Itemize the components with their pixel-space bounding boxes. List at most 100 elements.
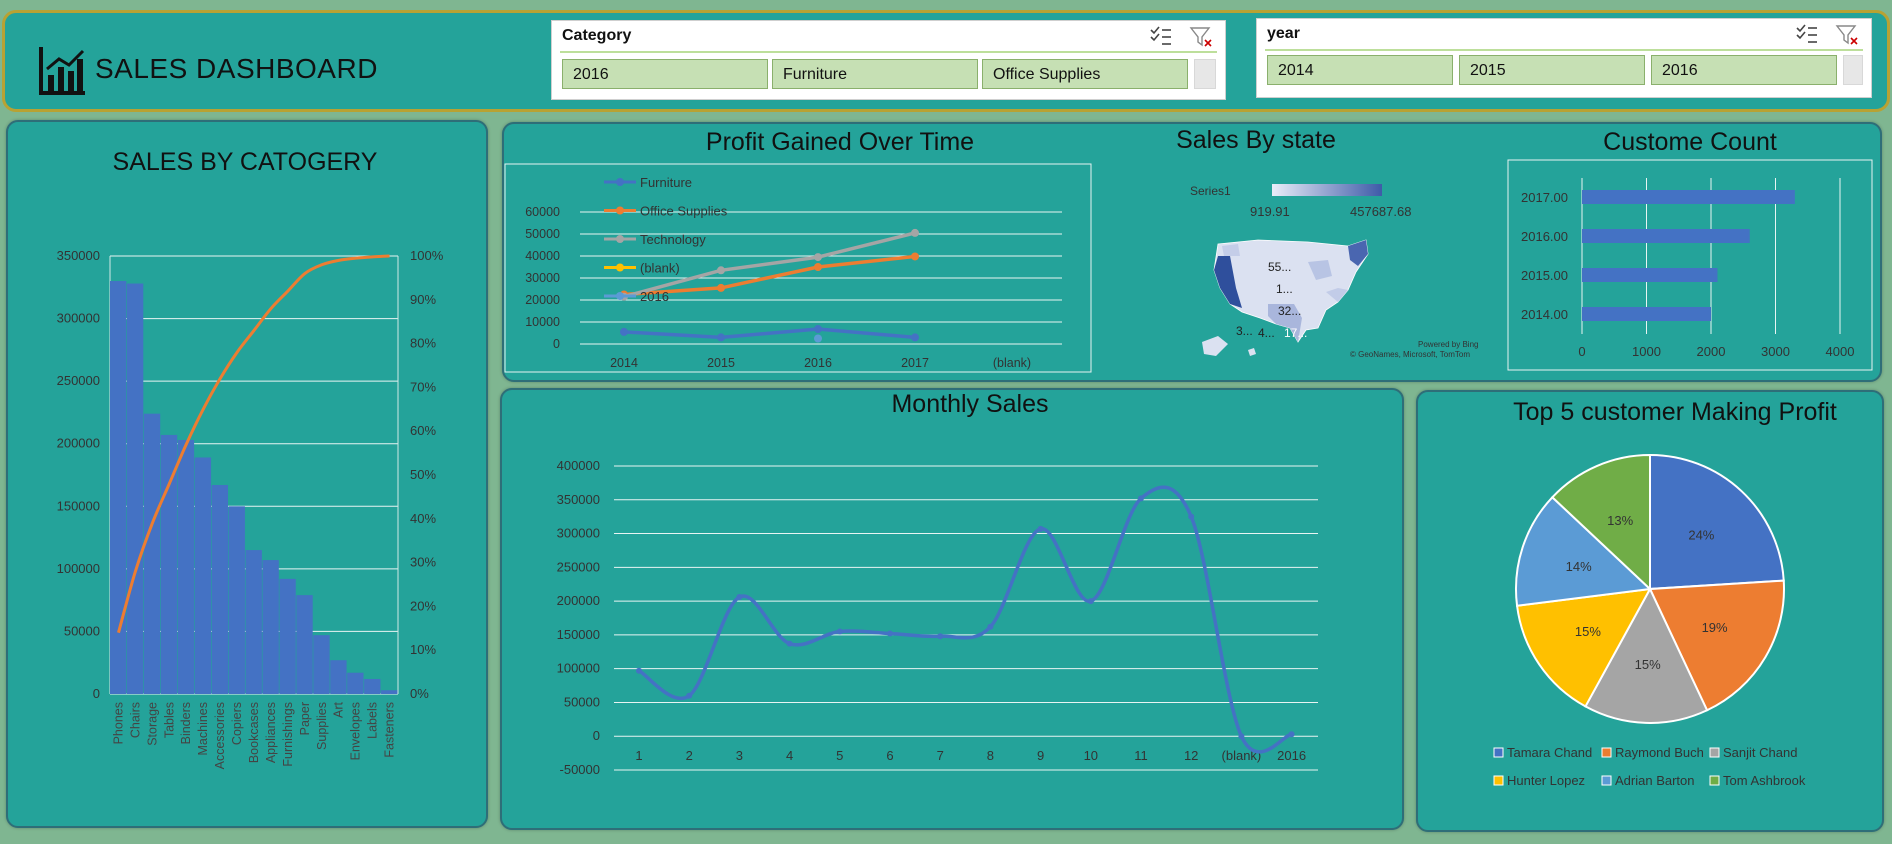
x-tick-label: 7 bbox=[937, 748, 944, 763]
x-tick-label: Bookcases bbox=[247, 702, 261, 763]
data-point bbox=[814, 253, 822, 262]
data-point bbox=[911, 252, 919, 261]
x-tick-label: 2014 bbox=[610, 356, 638, 370]
x-tick-label: Copiers bbox=[230, 702, 244, 745]
bar bbox=[126, 283, 144, 694]
y-tick-label: 50000 bbox=[64, 623, 100, 638]
y-tick-label: 300000 bbox=[57, 311, 100, 326]
bar bbox=[143, 413, 161, 694]
x-tick-label: Machines bbox=[196, 702, 210, 756]
bar bbox=[177, 439, 195, 694]
series-line bbox=[638, 485, 1293, 754]
legend-swatch bbox=[1709, 775, 1720, 786]
data-point bbox=[1288, 731, 1295, 738]
series-line bbox=[623, 327, 916, 340]
y-tick-label: 2016.00 bbox=[1521, 229, 1568, 244]
data-point bbox=[836, 628, 843, 635]
x-tick-label: Furnishings bbox=[281, 702, 295, 767]
y-tick-label: 250000 bbox=[557, 559, 600, 574]
y-tick-label: 300000 bbox=[557, 526, 600, 541]
data-point bbox=[814, 325, 822, 334]
y2-tick-label: 60% bbox=[410, 423, 436, 438]
y2-tick-label: 70% bbox=[410, 379, 436, 394]
y-tick-label: 350000 bbox=[557, 492, 600, 507]
data-point bbox=[717, 283, 725, 292]
legend-label: Adrian Barton bbox=[1615, 773, 1695, 788]
y-tick-label: 0 bbox=[93, 686, 100, 701]
legend-label: Office Supplies bbox=[640, 204, 728, 219]
bar bbox=[279, 578, 296, 694]
y2-tick-label: 80% bbox=[410, 336, 436, 351]
slice-label: 15% bbox=[1635, 657, 1661, 672]
bar bbox=[1582, 268, 1718, 282]
data-point bbox=[911, 228, 919, 237]
x-tick-label: Fasteners bbox=[383, 702, 397, 758]
legend-label: Furniture bbox=[640, 175, 692, 190]
map-credit: Powered by Bing bbox=[1418, 340, 1479, 349]
x-tick-label: 2016 bbox=[804, 356, 832, 370]
legend-swatch bbox=[1493, 775, 1504, 786]
data-point bbox=[1188, 513, 1195, 520]
x-tick-label: Supplies bbox=[315, 702, 329, 750]
legend-label: Technology bbox=[640, 232, 706, 247]
x-tick-label: Accessories bbox=[213, 702, 227, 769]
y2-tick-label: 100% bbox=[410, 248, 444, 263]
data-point bbox=[911, 333, 919, 342]
map-max-label: 457687.68 bbox=[1350, 204, 1412, 219]
x-tick-label: 0 bbox=[1578, 344, 1585, 359]
data-point bbox=[1087, 598, 1094, 605]
data-point bbox=[887, 630, 893, 637]
bar bbox=[228, 506, 245, 694]
y-tick-label: -50000 bbox=[560, 762, 600, 777]
map-label: 3... bbox=[1236, 324, 1253, 338]
x-tick-label: Binders bbox=[179, 702, 193, 744]
usa-map-icon bbox=[1202, 239, 1369, 356]
x-tick-label: Tables bbox=[162, 702, 176, 738]
x-tick-label: 2015 bbox=[707, 356, 735, 370]
y-tick-label: 60000 bbox=[525, 205, 560, 219]
x-tick-label: Appliances bbox=[264, 702, 278, 763]
map-label: 17... bbox=[1284, 326, 1308, 340]
bar bbox=[1582, 307, 1711, 321]
y2-tick-label: 50% bbox=[410, 467, 436, 482]
x-tick-label: Chairs bbox=[128, 702, 142, 738]
y-tick-label: 100000 bbox=[57, 561, 100, 576]
x-tick-label: 6 bbox=[886, 748, 893, 763]
x-tick-label: 5 bbox=[836, 748, 843, 763]
x-tick-label: 8 bbox=[987, 748, 994, 763]
x-tick-label: 1 bbox=[635, 748, 642, 763]
data-point bbox=[1238, 733, 1245, 740]
data-point bbox=[814, 263, 822, 271]
pie-slice bbox=[1649, 453, 1785, 591]
y-tick-label: 250000 bbox=[57, 373, 100, 388]
data-point bbox=[736, 594, 743, 601]
map-label: 4... bbox=[1258, 326, 1275, 340]
legend-label: Hunter Lopez bbox=[1507, 773, 1585, 788]
x-tick-label: Phones bbox=[111, 702, 125, 744]
data-point bbox=[717, 333, 725, 342]
legend-swatch bbox=[1493, 747, 1504, 758]
map-label: 1... bbox=[1276, 282, 1293, 296]
x-tick-label: 9 bbox=[1037, 748, 1044, 763]
map-label: 32... bbox=[1278, 304, 1302, 318]
data-point bbox=[987, 623, 994, 630]
x-tick-label: 3000 bbox=[1761, 344, 1790, 359]
y-tick-label: 40000 bbox=[525, 249, 560, 263]
data-point bbox=[814, 334, 822, 343]
y-tick-label: 2015.00 bbox=[1521, 268, 1568, 283]
y-tick-label: 50000 bbox=[564, 694, 600, 709]
data-point bbox=[636, 667, 642, 674]
data-point bbox=[620, 327, 628, 336]
y2-tick-label: 10% bbox=[410, 642, 436, 657]
slice-label: 19% bbox=[1702, 620, 1728, 635]
bar bbox=[194, 457, 212, 694]
bar bbox=[1582, 229, 1750, 243]
y-tick-label: 30000 bbox=[525, 271, 560, 285]
x-tick-label: 2016 bbox=[1277, 748, 1306, 763]
map-label: 55... bbox=[1268, 260, 1292, 274]
x-tick-label: Art bbox=[332, 701, 346, 718]
map-min-label: 919.91 bbox=[1250, 204, 1290, 219]
y-tick-label: 350000 bbox=[57, 248, 100, 263]
data-point bbox=[686, 692, 693, 699]
legend-swatch bbox=[1601, 775, 1612, 786]
